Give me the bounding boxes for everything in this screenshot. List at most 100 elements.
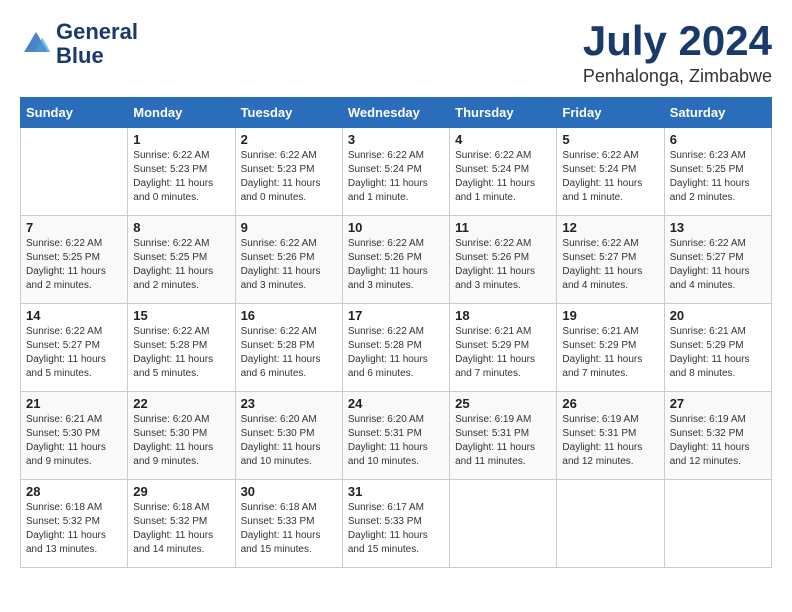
- cell-info: Sunrise: 6:22 AMSunset: 5:28 PMDaylight:…: [133, 325, 229, 381]
- day-number: 13: [670, 220, 766, 235]
- cell-info: Sunrise: 6:20 AMSunset: 5:30 PMDaylight:…: [241, 413, 337, 469]
- cell-info: Sunrise: 6:21 AMSunset: 5:29 PMDaylight:…: [562, 325, 658, 381]
- day-number: 27: [670, 396, 766, 411]
- calendar-cell: 22 Sunrise: 6:20 AMSunset: 5:30 PMDayligh…: [128, 392, 235, 480]
- week-row-3: 14 Sunrise: 6:22 AMSunset: 5:27 PMDayligh…: [21, 304, 772, 392]
- calendar-cell: 24 Sunrise: 6:20 AMSunset: 5:31 PMDayligh…: [342, 392, 449, 480]
- header-monday: Monday: [128, 98, 235, 128]
- cell-info: Sunrise: 6:21 AMSunset: 5:29 PMDaylight:…: [670, 325, 766, 381]
- header-saturday: Saturday: [664, 98, 771, 128]
- cell-info: Sunrise: 6:22 AMSunset: 5:27 PMDaylight:…: [670, 237, 766, 293]
- day-number: 7: [26, 220, 122, 235]
- logo-icon: [20, 28, 52, 60]
- calendar-cell: [664, 480, 771, 568]
- cell-info: Sunrise: 6:21 AMSunset: 5:30 PMDaylight:…: [26, 413, 122, 469]
- cell-info: Sunrise: 6:17 AMSunset: 5:33 PMDaylight:…: [348, 501, 444, 557]
- day-number: 11: [455, 220, 551, 235]
- calendar-cell: 1 Sunrise: 6:22 AMSunset: 5:23 PMDaylight…: [128, 128, 235, 216]
- day-number: 25: [455, 396, 551, 411]
- calendar-cell: 27 Sunrise: 6:19 AMSunset: 5:32 PMDayligh…: [664, 392, 771, 480]
- day-number: 23: [241, 396, 337, 411]
- header-tuesday: Tuesday: [235, 98, 342, 128]
- day-number: 16: [241, 308, 337, 323]
- calendar-cell: 4 Sunrise: 6:22 AMSunset: 5:24 PMDaylight…: [450, 128, 557, 216]
- calendar-cell: 10Sunrise: 6:22 AMSunset: 5:26 PMDayligh…: [342, 216, 449, 304]
- calendar-cell: 5Sunrise: 6:22 AMSunset: 5:24 PMDaylight…: [557, 128, 664, 216]
- cell-info: Sunrise: 6:18 AMSunset: 5:32 PMDaylight:…: [133, 501, 229, 557]
- day-number: 19: [562, 308, 658, 323]
- day-number: 1: [133, 132, 229, 147]
- calendar-cell: 2Sunrise: 6:22 AMSunset: 5:23 PMDaylight…: [235, 128, 342, 216]
- calendar-cell: 23 Sunrise: 6:20 AMSunset: 5:30 PMDayligh…: [235, 392, 342, 480]
- logo-line2: Blue: [56, 44, 138, 68]
- calendar-table: SundayMondayTuesdayWednesdayThursdayFrid…: [20, 97, 772, 568]
- calendar-cell: [21, 128, 128, 216]
- cell-info: Sunrise: 6:20 AMSunset: 5:30 PMDaylight:…: [133, 413, 229, 469]
- day-number: 15: [133, 308, 229, 323]
- cell-info: Sunrise: 6:19 AMSunset: 5:31 PMDaylight:…: [562, 413, 658, 469]
- calendar-cell: [557, 480, 664, 568]
- calendar-cell: 28 Sunrise: 6:18 AMSunset: 5:32 PMDayligh…: [21, 480, 128, 568]
- header-friday: Friday: [557, 98, 664, 128]
- cell-info: Sunrise: 6:22 AMSunset: 5:26 PMDaylight:…: [455, 237, 551, 293]
- calendar-cell: 15 Sunrise: 6:22 AMSunset: 5:28 PMDayligh…: [128, 304, 235, 392]
- cell-info: Sunrise: 6:20 AMSunset: 5:31 PMDaylight:…: [348, 413, 444, 469]
- cell-info: Sunrise: 6:23 AMSunset: 5:25 PMDaylight:…: [670, 149, 766, 205]
- calendar-cell: 9 Sunrise: 6:22 AMSunset: 5:26 PMDaylight…: [235, 216, 342, 304]
- day-number: 14: [26, 308, 122, 323]
- cell-info: Sunrise: 6:22 AMSunset: 5:24 PMDaylight:…: [348, 149, 444, 205]
- calendar-cell: 7Sunrise: 6:22 AMSunset: 5:25 PMDaylight…: [21, 216, 128, 304]
- day-number: 24: [348, 396, 444, 411]
- header-wednesday: Wednesday: [342, 98, 449, 128]
- calendar-cell: 16Sunrise: 6:22 AMSunset: 5:28 PMDayligh…: [235, 304, 342, 392]
- logo: General Blue: [20, 20, 138, 68]
- day-number: 29: [133, 484, 229, 499]
- cell-info: Sunrise: 6:22 AMSunset: 5:25 PMDaylight:…: [133, 237, 229, 293]
- calendar-cell: 8Sunrise: 6:22 AMSunset: 5:25 PMDaylight…: [128, 216, 235, 304]
- cell-info: Sunrise: 6:22 AMSunset: 5:23 PMDaylight:…: [241, 149, 337, 205]
- calendar-cell: 11 Sunrise: 6:22 AMSunset: 5:26 PMDayligh…: [450, 216, 557, 304]
- calendar-cell: 6 Sunrise: 6:23 AMSunset: 5:25 PMDaylight…: [664, 128, 771, 216]
- calendar-cell: 20 Sunrise: 6:21 AMSunset: 5:29 PMDayligh…: [664, 304, 771, 392]
- location: Penhalonga, Zimbabwe: [583, 66, 772, 87]
- calendar-cell: 14 Sunrise: 6:22 AMSunset: 5:27 PMDayligh…: [21, 304, 128, 392]
- cell-info: Sunrise: 6:18 AMSunset: 5:32 PMDaylight:…: [26, 501, 122, 557]
- logo-text: General Blue: [56, 20, 138, 68]
- day-number: 28: [26, 484, 122, 499]
- day-number: 18: [455, 308, 551, 323]
- day-number: 3: [348, 132, 444, 147]
- week-row-5: 28 Sunrise: 6:18 AMSunset: 5:32 PMDayligh…: [21, 480, 772, 568]
- title-block: July 2024 Penhalonga, Zimbabwe: [583, 20, 772, 87]
- day-number: 6: [670, 132, 766, 147]
- calendar-cell: 12Sunrise: 6:22 AMSunset: 5:27 PMDayligh…: [557, 216, 664, 304]
- calendar-cell: 18Sunrise: 6:21 AMSunset: 5:29 PMDayligh…: [450, 304, 557, 392]
- calendar-cell: 31Sunrise: 6:17 AMSunset: 5:33 PMDayligh…: [342, 480, 449, 568]
- day-number: 10: [348, 220, 444, 235]
- cell-info: Sunrise: 6:22 AMSunset: 5:28 PMDaylight:…: [348, 325, 444, 381]
- month-title: July 2024: [583, 20, 772, 62]
- day-number: 4: [455, 132, 551, 147]
- day-number: 20: [670, 308, 766, 323]
- cell-info: Sunrise: 6:22 AMSunset: 5:27 PMDaylight:…: [26, 325, 122, 381]
- cell-info: Sunrise: 6:19 AMSunset: 5:32 PMDaylight:…: [670, 413, 766, 469]
- day-number: 22: [133, 396, 229, 411]
- calendar-cell: 19 Sunrise: 6:21 AMSunset: 5:29 PMDayligh…: [557, 304, 664, 392]
- page-header: General Blue July 2024 Penhalonga, Zimba…: [20, 20, 772, 87]
- cell-info: Sunrise: 6:22 AMSunset: 5:26 PMDaylight:…: [241, 237, 337, 293]
- week-row-4: 21 Sunrise: 6:21 AMSunset: 5:30 PMDayligh…: [21, 392, 772, 480]
- cell-info: Sunrise: 6:22 AMSunset: 5:23 PMDaylight:…: [133, 149, 229, 205]
- header-sunday: Sunday: [21, 98, 128, 128]
- day-number: 30: [241, 484, 337, 499]
- calendar-cell: 13 Sunrise: 6:22 AMSunset: 5:27 PMDayligh…: [664, 216, 771, 304]
- calendar-header-row: SundayMondayTuesdayWednesdayThursdayFrid…: [21, 98, 772, 128]
- day-number: 9: [241, 220, 337, 235]
- day-number: 21: [26, 396, 122, 411]
- calendar-cell: 21 Sunrise: 6:21 AMSunset: 5:30 PMDayligh…: [21, 392, 128, 480]
- cell-info: Sunrise: 6:22 AMSunset: 5:24 PMDaylight:…: [562, 149, 658, 205]
- calendar-cell: [450, 480, 557, 568]
- cell-info: Sunrise: 6:18 AMSunset: 5:33 PMDaylight:…: [241, 501, 337, 557]
- cell-info: Sunrise: 6:22 AMSunset: 5:27 PMDaylight:…: [562, 237, 658, 293]
- cell-info: Sunrise: 6:22 AMSunset: 5:24 PMDaylight:…: [455, 149, 551, 205]
- day-number: 17: [348, 308, 444, 323]
- day-number: 26: [562, 396, 658, 411]
